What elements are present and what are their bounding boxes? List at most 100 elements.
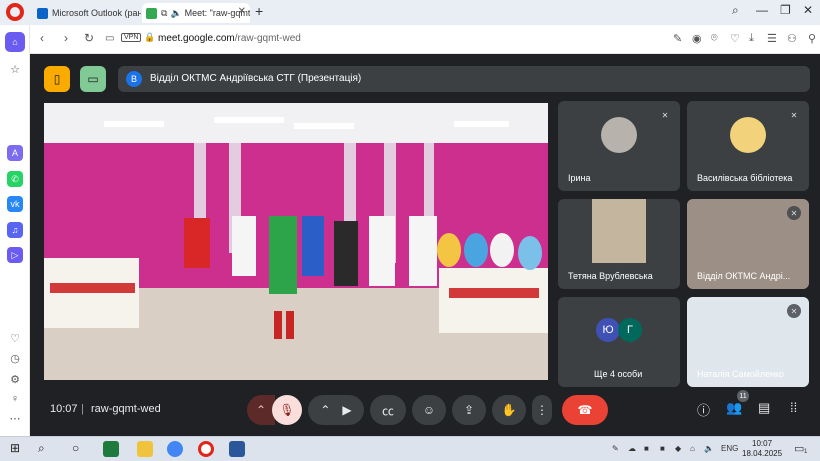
task-view-icon[interactable]: ○ [72, 441, 79, 455]
onedrive-icon[interactable]: ☁ [628, 444, 636, 453]
player-icon[interactable]: ♫ [7, 222, 23, 238]
search-icon[interactable]: ⌕ [732, 3, 739, 18]
meeting-separator: | [81, 403, 84, 415]
audio-options-button[interactable]: ⌃ [247, 395, 275, 425]
presenter-title: Відділ ОКТМС Андріївська СТГ (Презентаці… [150, 73, 362, 84]
participant-initial: Ю [596, 318, 620, 342]
video-icon[interactable]: ▷ [7, 247, 23, 263]
participant-avatar [601, 117, 637, 153]
restore-button[interactable]: ❐ [780, 3, 791, 17]
new-tab-button[interactable]: + [255, 3, 263, 19]
home-icon[interactable]: ⌂ [5, 32, 25, 52]
aria-icon[interactable]: A [7, 145, 23, 161]
history-icon[interactable]: ◷ [7, 350, 23, 366]
reactions-button[interactable]: ☺ [412, 395, 446, 425]
meeting-details-icon[interactable]: ⓘ [697, 400, 710, 419]
url-field[interactable]: meet.google.com/raw-gqmt-wed [158, 33, 301, 44]
activities-icon[interactable]: ⁞⁞ [790, 400, 797, 415]
back-button[interactable]: ‹ [40, 31, 44, 45]
tray-app-icon[interactable]: ■ [660, 444, 665, 453]
file-explorer-icon[interactable] [137, 441, 153, 457]
edit-icon[interactable]: ✎ [673, 32, 682, 45]
participant-tile[interactable]: ✕ Василівська бібліотека [687, 101, 809, 191]
volume-icon[interactable]: 🔈 [704, 444, 714, 453]
windows-start-icon[interactable]: ⊞ [10, 441, 20, 455]
others-tile[interactable]: Ю Г Ще 4 особи [558, 297, 680, 387]
participant-tile[interactable]: ✕ Наталія Самойленко [687, 297, 809, 387]
excel-icon[interactable] [103, 441, 119, 457]
companion-mode-icon[interactable]: ▯ [44, 66, 70, 92]
download-icon[interactable]: ⤓ [749, 32, 754, 45]
presentation-banner[interactable]: В Відділ ОКТМС Андріївська СТГ (Презента… [118, 66, 810, 92]
tray-app-icon[interactable]: ◆ [675, 444, 681, 453]
meet-icon [146, 7, 157, 19]
emoji-icon: ☺ [422, 403, 436, 417]
raise-hand-button[interactable]: ✋ [492, 395, 526, 425]
whatsapp-icon[interactable]: ✆ [7, 171, 23, 187]
tab-meet[interactable]: ⧉ 🔈 Meet: "raw-gqmt-we ✕ [142, 3, 250, 23]
tab-snap-icon[interactable]: ▭ [105, 33, 114, 44]
screen: Microsoft Outlook (ранiш ⧉ 🔈 Meet: "raw-… [0, 0, 820, 461]
camera-toggle-button[interactable]: ⌃ ▶ [308, 395, 364, 425]
more-vertical-icon: ⋮ [536, 403, 548, 417]
address-bar: ‹ › ↻ ▭ VPN 🔒 meet.google.com/raw-gqmt-w… [30, 25, 820, 54]
close-window-button[interactable]: ✕ [803, 3, 813, 17]
meet-window: ▯ ▭ В Відділ ОКТМС Андріївська СТГ (През… [34, 55, 820, 436]
present-icon: ⇪ [463, 403, 475, 417]
captions-button[interactable]: ㏄ [370, 395, 406, 425]
participant-avatar [730, 117, 766, 153]
pen-icon[interactable]: ✎ [612, 444, 619, 453]
tips-bulb-icon[interactable]: ♀ [7, 391, 23, 407]
people-icon[interactable]: 👥 [726, 400, 742, 416]
tab-outlook[interactable]: Microsoft Outlook (ранiш [33, 3, 141, 23]
browser-tab-bar: Microsoft Outlook (ранiш ⧉ 🔈 Meet: "raw-… [0, 0, 820, 25]
microphone-toggle-button[interactable]: 🎙 [272, 395, 302, 425]
meeting-time: 10:07 [50, 403, 78, 415]
lock-icon[interactable]: 🔒 [144, 32, 155, 43]
chrome-icon[interactable] [167, 441, 183, 457]
vpn-badge[interactable]: VPN [121, 33, 142, 42]
profile-icon[interactable]: ⚇ [787, 32, 797, 45]
settings-gear-icon[interactable]: ⚙ [7, 371, 23, 387]
present-screen-button[interactable]: ⇪ [452, 395, 486, 425]
pip-icon[interactable]: ⧉ [161, 8, 167, 19]
network-icon[interactable]: ⌂ [690, 444, 695, 453]
mic-off-icon: ✕ [787, 108, 801, 122]
reload-button[interactable]: ↻ [84, 31, 94, 45]
word-icon[interactable] [229, 441, 245, 457]
chat-icon[interactable]: ▤ [758, 400, 770, 416]
participant-tile[interactable]: ✕ Відділ ОКТМС Андрі... [687, 199, 809, 289]
leave-call-button[interactable]: ☎ [562, 395, 608, 425]
video-camera-icon: ▶ [342, 403, 352, 417]
notifications-icon[interactable]: ▭ [794, 442, 804, 455]
opera-logo-icon[interactable] [6, 3, 24, 21]
opera-taskbar-icon[interactable] [198, 441, 214, 457]
forward-button[interactable]: › [64, 31, 68, 45]
keyboard-language[interactable]: ENG [721, 444, 738, 453]
participant-name: Тетяна Врублевська [568, 271, 653, 281]
snapshot-icon[interactable]: ⌾ [711, 32, 718, 45]
participant-tile[interactable]: ✕ Ірина [558, 101, 680, 191]
heart-icon[interactable]: ♡ [730, 32, 740, 45]
bookmarks-star-icon[interactable]: ☆ [7, 61, 23, 77]
favorites-heart-icon[interactable]: ♡ [7, 330, 23, 346]
speaker-icon[interactable]: 🔈 [170, 8, 181, 19]
search-icon[interactable]: ⌕ [38, 441, 45, 456]
presenter-avatar: В [126, 71, 142, 87]
participant-tile[interactable]: Тетяна Врублевська [558, 199, 680, 289]
pin-icon[interactable]: ⚲ [808, 32, 816, 45]
device-cast-icon[interactable]: ▭ [80, 66, 106, 92]
easy-setup-icon[interactable]: ☰ [767, 32, 777, 45]
camera-icon[interactable]: ◉ [692, 32, 702, 45]
close-tab-icon[interactable]: ✕ [238, 6, 246, 17]
tab-title: Microsoft Outlook (ранiш [52, 8, 141, 18]
mic-off-icon: 🎙 [279, 403, 295, 417]
minimize-button[interactable]: — [756, 3, 768, 17]
participant-name: Відділ ОКТМС Андрі... [697, 271, 791, 281]
vk-icon[interactable]: vk [7, 196, 23, 212]
tray-app-icon[interactable]: ■ [644, 444, 649, 453]
system-clock[interactable]: 10:07 18.04.2025 [742, 439, 782, 459]
shared-screen[interactable] [44, 103, 548, 380]
more-options-button[interactable]: ⋮ [532, 395, 552, 425]
more-icon[interactable]: ⋯ [7, 410, 23, 426]
